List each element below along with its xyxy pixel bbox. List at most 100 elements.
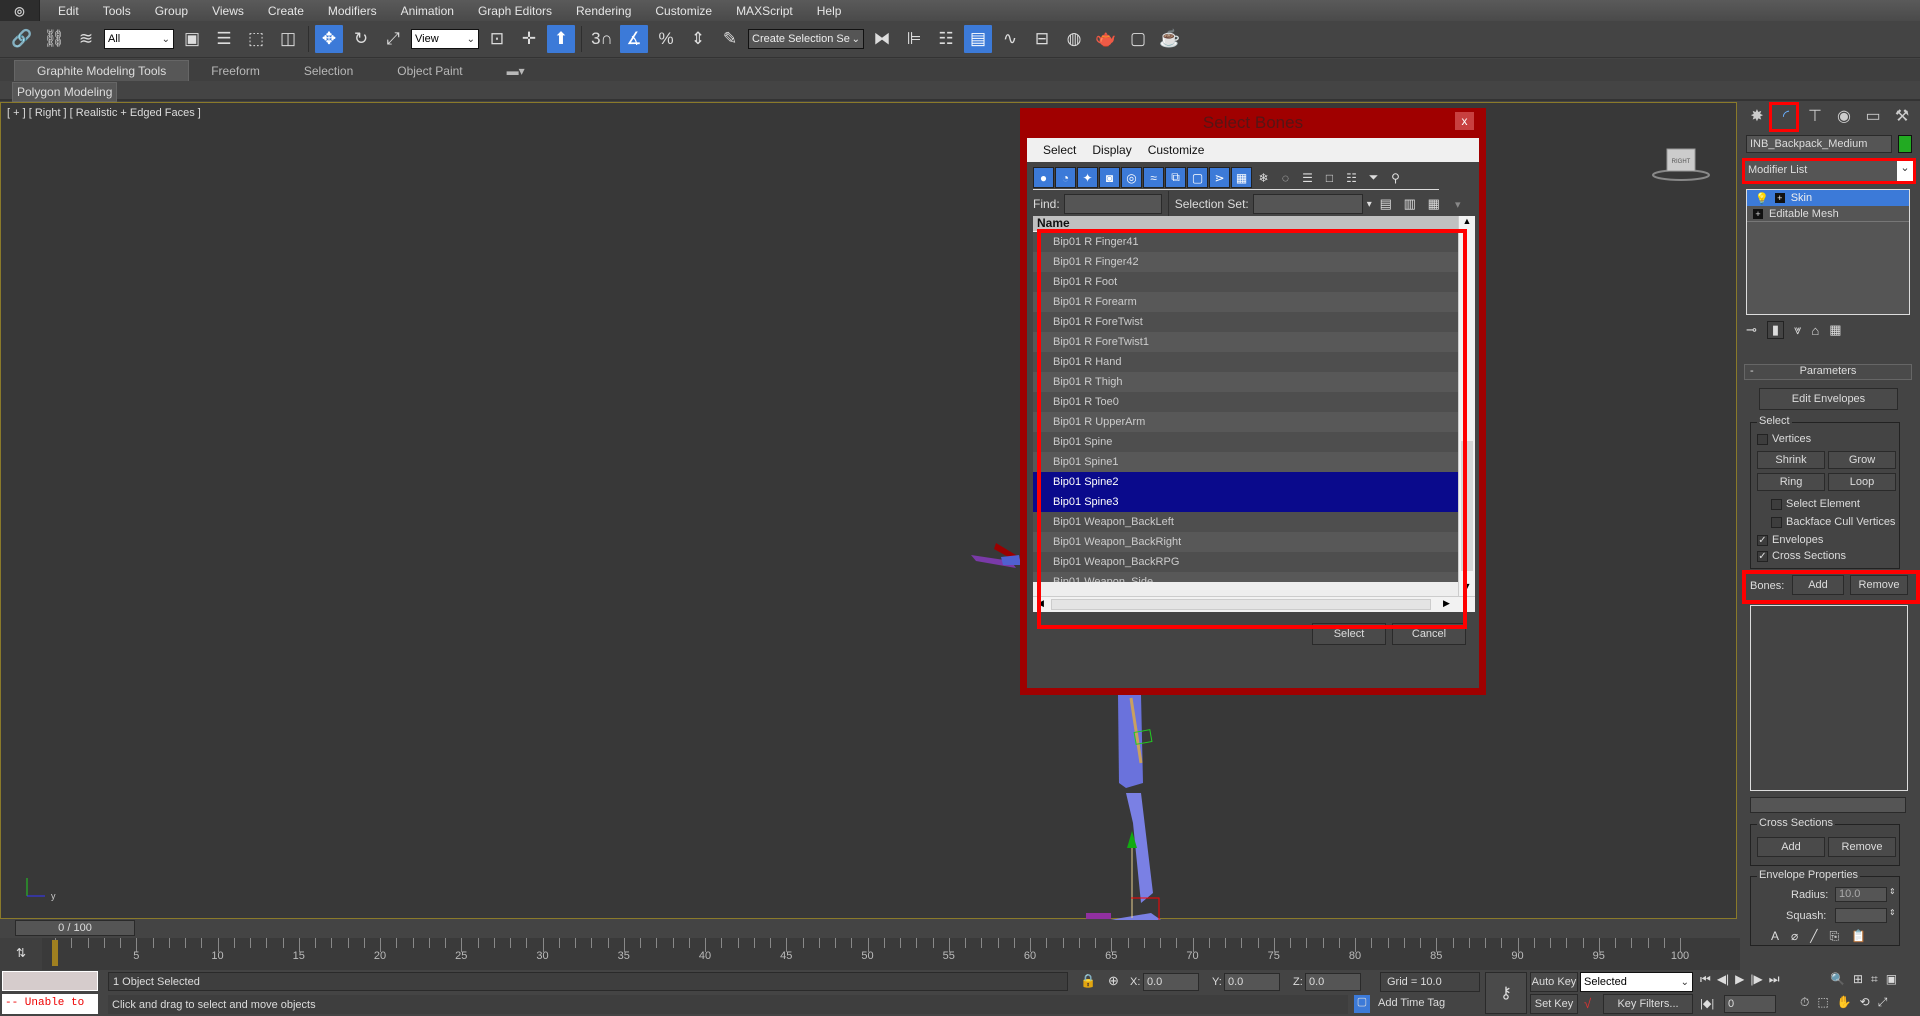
edit-named-selection-icon[interactable]: ✎ <box>716 25 744 53</box>
current-frame-field[interactable]: 0 <box>1724 995 1776 1013</box>
menu-edit[interactable]: Edit <box>46 4 91 18</box>
percent-snap-icon[interactable]: % <box>652 25 680 53</box>
menu-create[interactable]: Create <box>256 4 316 18</box>
pin-stack-icon[interactable]: ⊸ <box>1746 322 1757 338</box>
scroll-thumb[interactable] <box>1051 599 1431 610</box>
render-frame-icon[interactable]: ▢ <box>1124 25 1152 53</box>
list-item[interactable]: Bip01 R UpperArm <box>1033 412 1458 432</box>
hidden-icon[interactable]: ◌ <box>1275 167 1296 188</box>
lights-icon[interactable]: ✦ <box>1077 167 1098 188</box>
link-icon[interactable]: 🔗 <box>8 25 36 53</box>
snap-toggle-icon[interactable]: 3∩ <box>588 25 616 53</box>
pivot-center-icon[interactable]: ⊡ <box>483 25 511 53</box>
selection-set-dropdown[interactable] <box>1252 194 1363 214</box>
frozen-icon[interactable]: ❄ <box>1253 167 1274 188</box>
checkbox[interactable] <box>1771 516 1782 528</box>
app-logo-button[interactable]: ◎ <box>0 0 40 21</box>
select-element-checkbox[interactable]: Select Element <box>1771 498 1860 510</box>
zoom-icon[interactable]: 🔍 <box>1830 972 1845 987</box>
bind-space-warp-icon[interactable]: ≋ <box>72 25 100 53</box>
key-mode-toggle-icon[interactable]: |◆| <box>1700 997 1714 1010</box>
select-object-icon[interactable]: ▣ <box>178 25 206 53</box>
groups-icon[interactable]: ⧉ <box>1165 167 1186 188</box>
chevron-down-icon[interactable]: ▾ <box>1367 199 1372 210</box>
dialog-menu-customize[interactable]: Customize <box>1140 143 1213 157</box>
stack-item-skin[interactable]: 💡 + Skin <box>1747 190 1909 206</box>
scroll-right-icon[interactable]: ▶ <box>1443 598 1450 609</box>
helpers-icon[interactable]: ◎ <box>1121 167 1142 188</box>
paint-icon[interactable]: ╱ <box>1810 929 1817 944</box>
space-warps-icon[interactable]: ≈ <box>1143 167 1164 188</box>
ribbon-options-icon[interactable]: ▬▾ <box>485 61 547 81</box>
select-manipulate-icon[interactable]: ✛ <box>515 25 543 53</box>
absolute-mode-icon[interactable]: ⊕ <box>1108 973 1119 989</box>
menu-animation[interactable]: Animation <box>389 4 466 18</box>
bones-icon[interactable]: ⋗ <box>1209 167 1230 188</box>
list-item[interactable]: Bip01 Weapon_BackRPG <box>1033 552 1458 572</box>
scroll-up-icon[interactable]: ▲ <box>1459 216 1475 231</box>
angle-snap-icon[interactable]: ∡ <box>620 25 648 53</box>
x-coordinate-field[interactable]: 0.0 <box>1143 973 1199 991</box>
bones-remove-button[interactable]: Remove <box>1850 575 1908 595</box>
select-by-name-icon[interactable]: ☰ <box>210 25 238 53</box>
paste-icon[interactable]: 📋 <box>1851 929 1866 944</box>
lock-icon[interactable]: 🔒 <box>1080 973 1096 989</box>
copy-icon[interactable]: ⎘ <box>1829 929 1839 944</box>
create-icon[interactable]: ✸ <box>1744 105 1770 127</box>
absolute-icon[interactable]: A <box>1771 929 1779 944</box>
motion-icon[interactable]: ◉ <box>1831 105 1857 127</box>
display-all-icon[interactable]: ☰ <box>1297 167 1318 188</box>
vertical-scrollbar[interactable]: ▲ ▼ <box>1458 216 1475 596</box>
align-icon[interactable]: ⊫ <box>900 25 928 53</box>
rect-selection-icon[interactable]: ⬚ <box>242 25 270 53</box>
track-bar[interactable]: ⇅ 5 10 15 20 25 30 35 40 45 50 55 60 65 70 75 80 85 90 95 1… <box>0 938 1740 970</box>
schematic-icon[interactable]: ⊟ <box>1028 25 1056 53</box>
expand-icon[interactable]: + <box>1774 193 1785 203</box>
geometry-icon[interactable]: ● <box>1033 167 1054 188</box>
listener-output[interactable]: -- Unable to <box>2 994 98 1014</box>
ribbon-tab-object-paint[interactable]: Object Paint <box>375 61 484 81</box>
checkbox[interactable] <box>1771 498 1782 510</box>
scroll-thumb[interactable] <box>1461 441 1473 571</box>
list-item[interactable]: Bip01 Weapon_BackRight <box>1033 532 1458 552</box>
vertices-checkbox[interactable]: Vertices <box>1757 433 1811 445</box>
make-unique-icon[interactable]: ⩔ <box>1794 322 1801 338</box>
ring-button[interactable]: Ring <box>1757 473 1825 491</box>
curve-editor-icon[interactable]: ∿ <box>996 25 1024 53</box>
scale-icon[interactable]: ⤢ <box>379 25 407 53</box>
cross-sections-checkbox[interactable]: ✓ Cross Sections <box>1757 550 1846 562</box>
select-invert-set-icon[interactable]: ▦ <box>1424 190 1444 218</box>
menu-rendering[interactable]: Rendering <box>564 4 643 18</box>
menu-customize[interactable]: Customize <box>643 4 724 18</box>
auto-key-button[interactable]: Auto Key <box>1530 972 1578 992</box>
list-item[interactable]: Bip01 R Forearm <box>1033 292 1458 312</box>
time-configuration-icon[interactable]: ⏱ <box>1800 995 1809 1010</box>
display-none-icon[interactable]: □ <box>1319 167 1340 188</box>
render-setup-icon[interactable]: 🫖 <box>1092 25 1120 53</box>
expand-icon[interactable]: + <box>1753 208 1763 219</box>
radius-spinner[interactable]: 10.0 <box>1835 887 1887 902</box>
maxscript-mini-listener[interactable] <box>2 971 98 991</box>
find-input[interactable] <box>1063 194 1162 214</box>
spinner-snap-icon[interactable]: ⇕ <box>684 25 712 53</box>
lightbulb-icon[interactable]: 💡 <box>1755 192 1769 205</box>
menu-graph-editors[interactable]: Graph Editors <box>466 4 564 18</box>
play-icon[interactable]: ▶ <box>1735 972 1744 987</box>
set-key-button[interactable]: Set Key <box>1530 994 1578 1014</box>
shapes-icon[interactable]: ◔ <box>1055 167 1076 188</box>
list-item[interactable]: Bip01 Spine3 <box>1033 492 1458 512</box>
ribbon-tab-selection[interactable]: Selection <box>282 61 375 81</box>
select-all-set-icon[interactable]: ▤ <box>1376 190 1396 218</box>
render-icon[interactable]: ☕ <box>1156 25 1184 53</box>
horizontal-scrollbar[interactable]: ◀ ▶ <box>1033 596 1475 612</box>
time-tag-icon[interactable]: ▢ <box>1354 995 1370 1013</box>
list-item[interactable]: Bip01 Weapon_Side <box>1033 572 1458 582</box>
list-item[interactable]: Bip01 R Toe0 <box>1033 392 1458 412</box>
pan-icon[interactable]: ✋ <box>1837 995 1852 1010</box>
layer-icon[interactable]: ☷ <box>932 25 960 53</box>
hierarchy-icon[interactable]: ⊤ <box>1802 105 1828 127</box>
backface-cull-checkbox[interactable]: Backface Cull Vertices <box>1771 516 1895 528</box>
dialog-menu-select[interactable]: Select <box>1035 143 1084 157</box>
zoom-extents-all-icon[interactable]: ▣ <box>1886 972 1897 987</box>
maximize-viewport-icon[interactable]: ⤢ <box>1878 995 1888 1010</box>
